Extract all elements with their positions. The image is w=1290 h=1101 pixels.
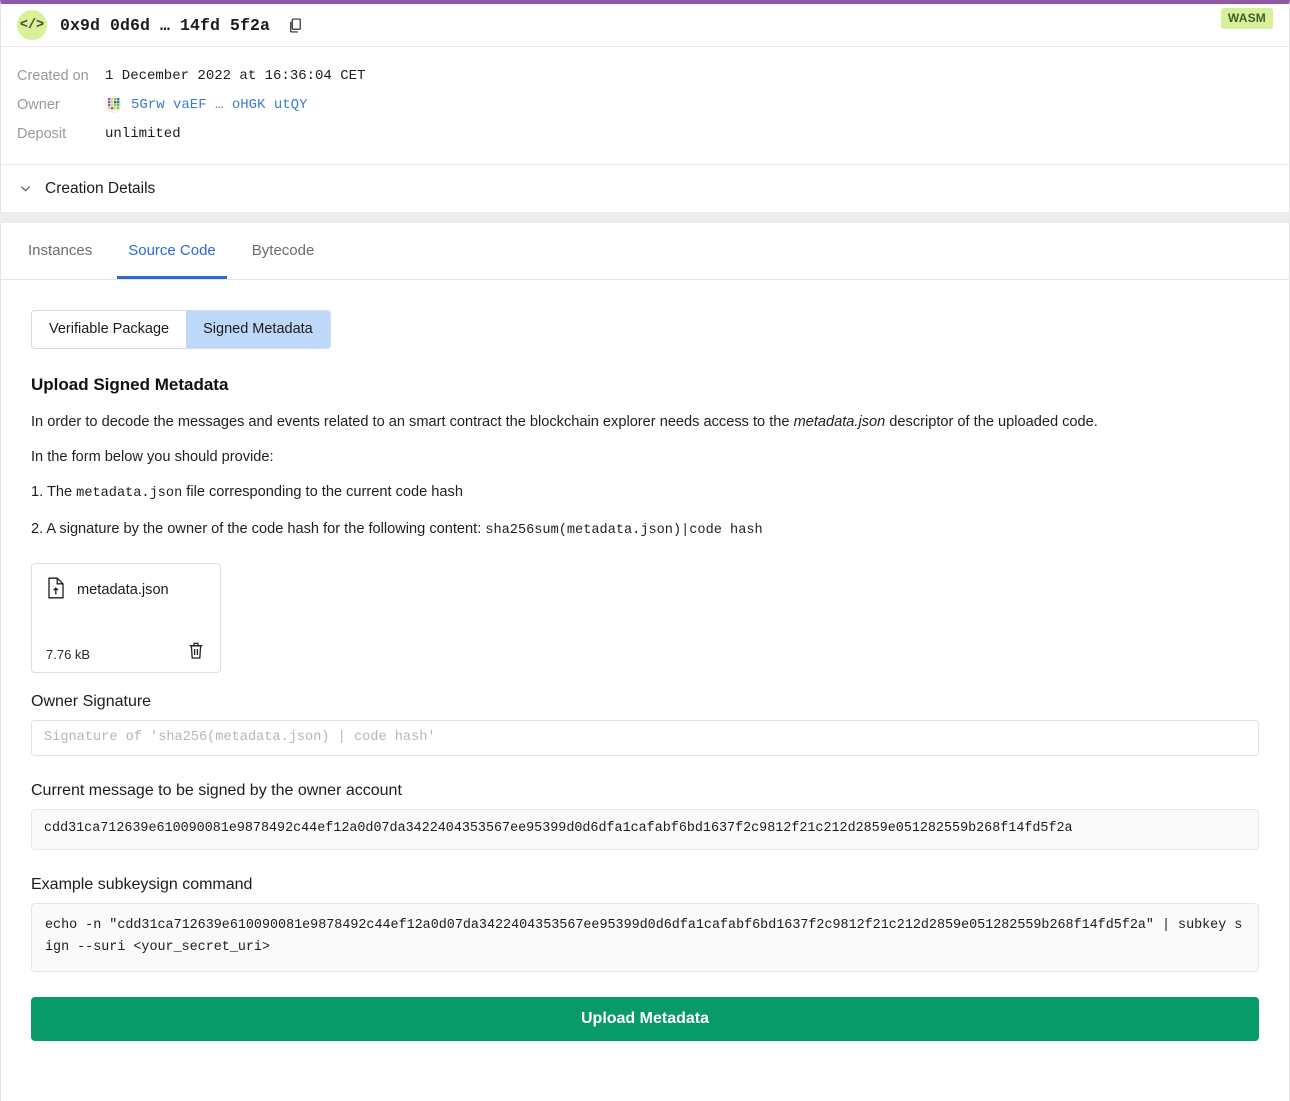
creation-details-toggle[interactable]: Creation Details [1, 164, 1289, 212]
card-gap [0, 212, 1290, 223]
example-command-value: echo -n "cdd31ca712639e610090081e9878492… [31, 902, 1259, 973]
intro-text-1: In order to decode the messages and even… [31, 414, 794, 430]
upload-metadata-button[interactable]: Upload Metadata [31, 997, 1259, 1042]
tab-instances[interactable]: Instances [17, 223, 103, 279]
code-icon: </> [17, 10, 47, 40]
example-command-label: Example subkeysign command [31, 875, 253, 893]
file-upload-icon [46, 577, 66, 604]
file-size: 7.76 kB [46, 646, 91, 662]
meta-row-owner: Owner 5Grw vaEF … oHGK utQY [1, 90, 1289, 119]
source-code-body: Verifiable Package Signed Metadata Uploa… [1, 280, 1289, 1101]
meta-value-created: 1 December 2022 at 16:36:04 CET [105, 67, 366, 84]
tab-source-code[interactable]: Source Code [117, 223, 227, 279]
chevron-down-icon [17, 181, 33, 197]
file-card-top: metadata.json [46, 577, 206, 604]
wasm-badge: WASM [1220, 8, 1273, 29]
intro-paragraph: In order to decode the messages and even… [31, 412, 1259, 433]
current-message-label: Current message to be signed by the owne… [31, 781, 402, 799]
page-root: </> 0x9d 0d6d … 14fd 5f2a WASM Created o… [0, 0, 1290, 1101]
avatar [105, 96, 122, 113]
contract-header: </> 0x9d 0d6d … 14fd 5f2a WASM [1, 4, 1289, 46]
contract-summary-card: </> 0x9d 0d6d … 14fd 5f2a WASM Created o… [0, 0, 1290, 212]
list-item-1-prefix: 1. The [31, 484, 77, 501]
meta-row-deposit: Deposit unlimited [1, 119, 1289, 148]
contract-hash-title: 0x9d 0d6d … 14fd 5f2a [60, 15, 271, 35]
tab-bar: Instances Source Code Bytecode [1, 223, 1289, 280]
list-item-1-code: metadata.json [76, 486, 183, 502]
file-name: metadata.json [77, 582, 169, 599]
segmented-control: Verifiable Package Signed Metadata [31, 310, 331, 349]
owner-signature-label: Owner Signature [31, 692, 152, 710]
current-message-value: cdd31ca712639e610090081e9878492c44ef12a0… [31, 808, 1259, 850]
owner-address-link[interactable]: 5Grw vaEF … oHGK utQY [131, 97, 307, 113]
source-code-card: Instances Source Code Bytecode Verifiabl… [0, 223, 1290, 1101]
meta-row-created: Created on 1 December 2022 at 16:36:04 C… [1, 61, 1289, 90]
list-item-1: 1. The metadata.json file corresponding … [31, 482, 1259, 504]
segment-verifiable-package[interactable]: Verifiable Package [32, 311, 187, 348]
owner-signature-input[interactable] [31, 719, 1259, 756]
tab-bytecode[interactable]: Bytecode [241, 223, 326, 279]
file-card-bottom: 7.76 kB [46, 640, 206, 662]
trash-icon[interactable] [186, 640, 206, 662]
list-item-2: 2. A signature by the owner of the code … [31, 519, 1259, 541]
uploaded-file-card[interactable]: metadata.json 7.76 kB [31, 562, 221, 673]
meta-value-deposit: unlimited [105, 125, 181, 142]
copy-icon[interactable] [282, 12, 308, 38]
list-item-2-code: sha256sum(metadata.json)|code hash [485, 523, 763, 539]
contract-meta-list: Created on 1 December 2022 at 16:36:04 C… [1, 47, 1289, 164]
provide-label: In the form below you should provide: [31, 449, 274, 466]
creation-details-label: Creation Details [45, 179, 156, 197]
list-item-1-suffix: file corresponding to the current code h… [182, 484, 463, 501]
page-title: Upload Signed Metadata [31, 375, 229, 394]
meta-label-deposit: Deposit [17, 125, 67, 142]
segment-signed-metadata[interactable]: Signed Metadata [186, 311, 330, 348]
list-item-2-prefix: 2. A signature by the owner of the code … [31, 521, 486, 538]
intro-metadata-filename: metadata.json [793, 414, 886, 430]
meta-label-owner: Owner [17, 96, 60, 113]
meta-label-created: Created on [17, 67, 89, 84]
intro-text-2: descriptor of the uploaded code. [885, 414, 1098, 430]
meta-value-owner: 5Grw vaEF … oHGK utQY [105, 96, 307, 113]
